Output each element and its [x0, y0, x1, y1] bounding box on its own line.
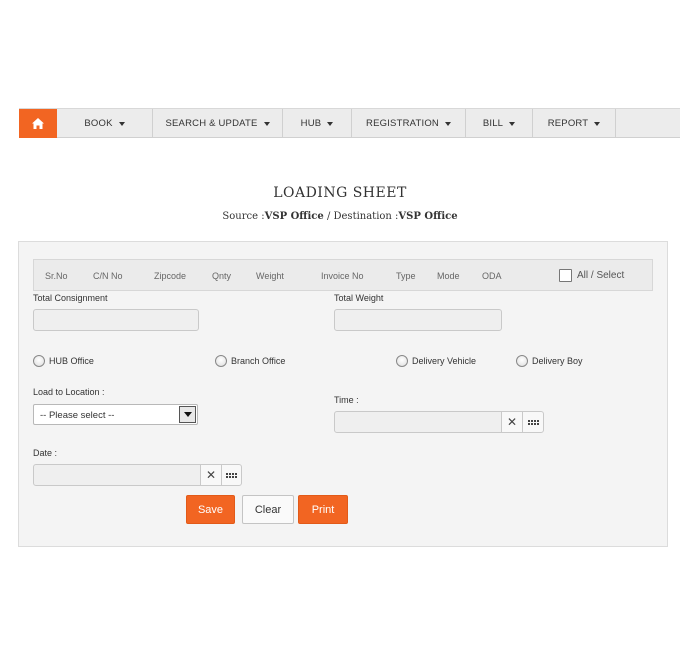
calendar-grid-icon [226, 472, 237, 478]
all-select[interactable]: All / Select [559, 269, 624, 282]
route-subtitle: Source :VSP Office / Destination :VSP Of… [222, 211, 458, 222]
load-location-label: Load to Location : [33, 387, 105, 397]
radio-delivery-boy[interactable]: Delivery Boy [516, 355, 583, 367]
date-input[interactable] [33, 464, 201, 486]
col-mode: Mode [437, 271, 460, 281]
save-button[interactable]: Save [186, 495, 235, 524]
time-label: Time : [334, 395, 359, 405]
nav-registration[interactable]: REGISTRATION [352, 109, 466, 138]
dropdown-arrow-icon[interactable] [179, 406, 196, 423]
caret-down-icon [594, 121, 601, 126]
nav-book[interactable]: BOOK [57, 109, 153, 138]
caret-down-icon [509, 121, 516, 126]
home-button[interactable] [19, 109, 57, 138]
load-location-select[interactable]: -- Please select -- [33, 404, 198, 425]
radio-circle[interactable] [33, 355, 45, 367]
total-weight-label: Total Weight [334, 293, 384, 303]
col-weight: Weight [256, 271, 284, 281]
time-input[interactable] [334, 411, 502, 433]
nav-bill[interactable]: BILL [466, 109, 533, 138]
radio-hub-office[interactable]: HUB Office [33, 355, 94, 367]
destination-value: VSP Office [398, 211, 458, 222]
date-clear-button[interactable]: ✕ [200, 464, 222, 486]
date-label: Date : [33, 448, 58, 458]
caret-down-icon [444, 121, 451, 126]
caret-down-icon [263, 121, 270, 126]
col-invoice-no: Invoice No [321, 271, 364, 281]
col-type: Type [396, 271, 416, 281]
time-clear-button[interactable]: ✕ [501, 411, 523, 433]
col-sr-no: Sr.No [45, 271, 68, 281]
nav-report[interactable]: REPORT [533, 109, 616, 138]
time-picker-button[interactable] [522, 411, 544, 433]
total-consignment-label: Total Consignment [33, 293, 108, 303]
close-icon: ✕ [506, 415, 518, 429]
radio-circle[interactable] [516, 355, 528, 367]
calendar-grid-icon [527, 419, 539, 425]
col-qnty: Qnty [212, 271, 232, 281]
total-weight-input[interactable] [334, 309, 502, 331]
nav-hub[interactable]: HUB [283, 109, 352, 138]
caret-down-icon [327, 121, 334, 126]
radio-branch-office[interactable]: Branch Office [215, 355, 285, 367]
close-icon: ✕ [205, 468, 217, 482]
loading-sheet-panel: Sr.No C/N No Zipcode Qnty Weight Invoice… [18, 241, 668, 547]
page-title: LOADING SHEET [273, 185, 407, 201]
table-header-row: Sr.No C/N No Zipcode Qnty Weight Invoice… [33, 259, 653, 291]
col-cn-no: C/N No [93, 271, 123, 281]
total-consignment-input[interactable] [33, 309, 199, 331]
source-value: VSP Office [264, 211, 324, 222]
main-navbar: BOOK SEARCH & UPDATE HUB REGISTRATION BI… [19, 108, 680, 138]
nav-search-update[interactable]: SEARCH & UPDATE [153, 109, 283, 138]
all-select-checkbox[interactable] [559, 269, 572, 282]
clear-button[interactable]: Clear [242, 495, 294, 524]
radio-delivery-vehicle[interactable]: Delivery Vehicle [396, 355, 476, 367]
radio-circle[interactable] [396, 355, 408, 367]
col-zipcode: Zipcode [154, 271, 187, 281]
col-oda: ODA [482, 271, 502, 281]
all-select-label: All / Select [577, 270, 625, 281]
caret-down-icon [118, 121, 125, 126]
print-button[interactable]: Print [298, 495, 348, 524]
home-icon [32, 118, 44, 129]
radio-circle[interactable] [215, 355, 227, 367]
date-picker-button[interactable] [221, 464, 242, 486]
